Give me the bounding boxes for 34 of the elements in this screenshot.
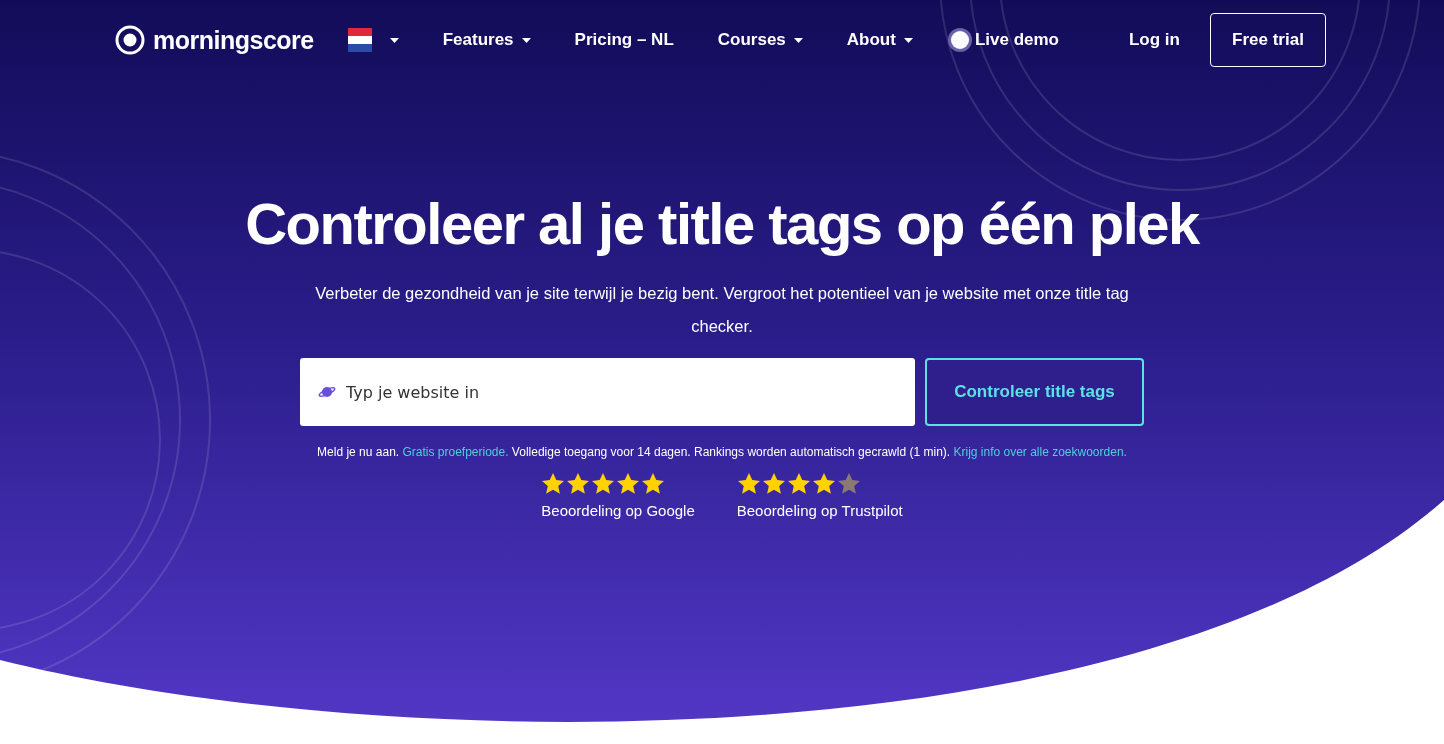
star-icon xyxy=(541,472,566,496)
live-demo-link[interactable]: Live demo xyxy=(974,30,1059,50)
flag-icon[interactable] xyxy=(347,28,372,52)
planet-icon xyxy=(318,385,336,399)
star-icon xyxy=(641,472,666,496)
star-icon xyxy=(616,472,641,496)
nav-link[interactable]: Features xyxy=(442,30,531,50)
rating-label: Beoordeling op Google xyxy=(541,502,695,519)
hero-title: Controleer al je title tags op één plek xyxy=(245,190,1199,257)
logo-text: morningscore xyxy=(153,25,314,55)
free-trial-button[interactable]: Free trial xyxy=(1209,13,1326,67)
signup-note: Meld je nu aan. Gratis proefperiode. Volledige toegang voor 14 dagen. Rankings worden automatisch gecrawld (1 min). Krijg info over alle zoekwoorden. xyxy=(316,444,1128,461)
hero-subtitle: Verbeter de gezondheid van je site terwijl je bezig bent. Vergroot het potentieel van je website met onze title tag checker. xyxy=(314,283,1130,337)
website-input-field[interactable]: Typ je website in xyxy=(300,358,915,426)
caret-icon xyxy=(389,37,399,43)
caret-icon xyxy=(903,37,913,43)
nav-link[interactable]: Pricing – NL xyxy=(574,30,674,50)
note-link[interactable]: Gratis proefperiode. xyxy=(402,445,509,459)
star-icon xyxy=(566,472,591,496)
login-link[interactable]: Log in xyxy=(1129,30,1180,50)
logo-icon xyxy=(115,25,145,55)
rating-label: Beoordeling op Trustpilot xyxy=(736,502,903,519)
nav-link[interactable]: About xyxy=(846,30,913,50)
caret-icon xyxy=(521,37,531,43)
note-link[interactable]: Krijg info over alle zoekwoorden. xyxy=(953,445,1127,459)
star-icon xyxy=(736,472,761,496)
star-icon xyxy=(591,472,616,496)
caret-icon xyxy=(793,37,803,43)
star-icon xyxy=(811,472,836,496)
check-title-tags-button[interactable]: Controleer title tags xyxy=(925,358,1144,426)
nav-link[interactable]: Courses xyxy=(717,30,803,50)
star-icon xyxy=(786,472,811,496)
star-icon xyxy=(761,472,786,496)
live-dot-icon xyxy=(950,31,969,49)
